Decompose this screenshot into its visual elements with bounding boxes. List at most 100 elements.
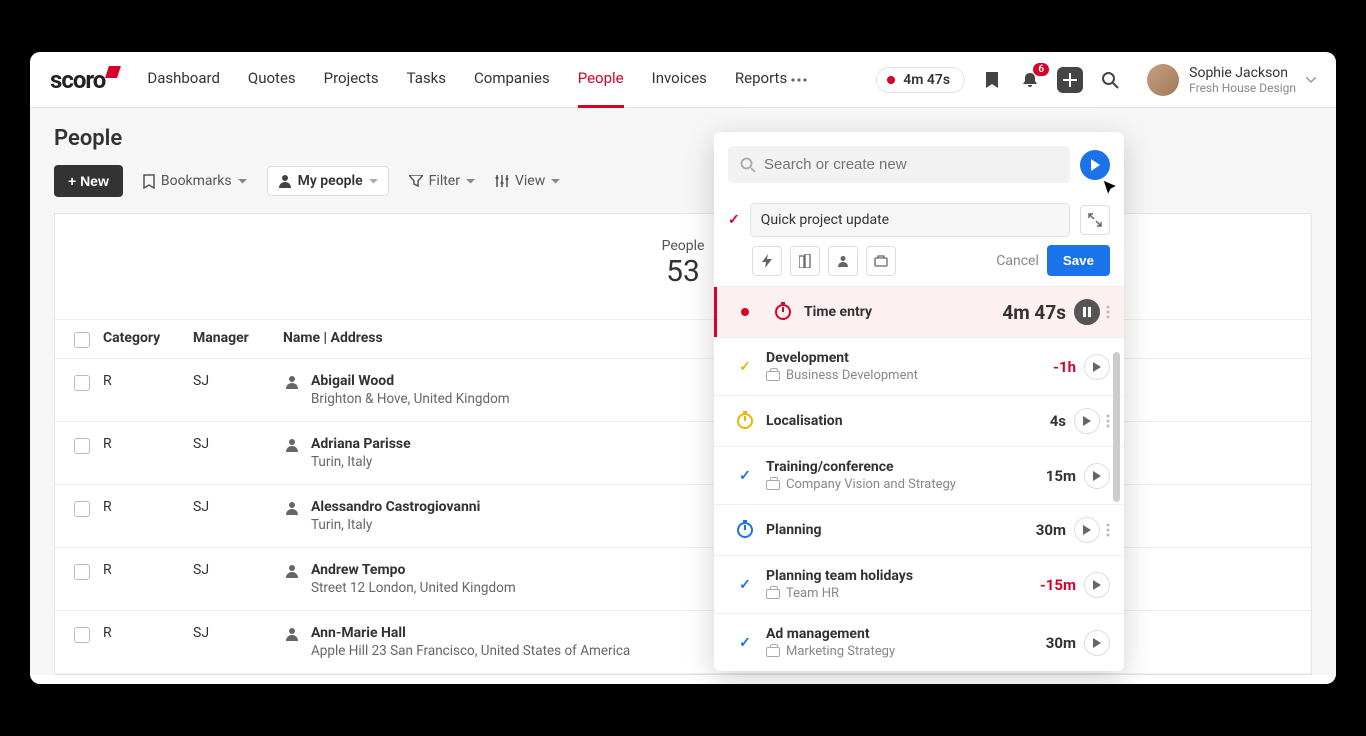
search-button[interactable] <box>1099 69 1121 91</box>
row-checkbox[interactable] <box>74 438 90 454</box>
panel-play-button[interactable] <box>1080 150 1110 180</box>
qa-activity-button[interactable] <box>752 246 782 276</box>
filter-link[interactable]: Filter <box>409 173 475 189</box>
bookmarks-link[interactable]: Bookmarks <box>143 173 247 189</box>
scrollbar[interactable] <box>1113 292 1120 684</box>
page-content: People + New Bookmarks My people Filter … <box>30 108 1336 675</box>
brand-logo[interactable]: scoro <box>50 66 119 94</box>
chevron-down-icon <box>466 179 475 184</box>
play-button[interactable] <box>1074 408 1100 434</box>
notification-badge: 6 <box>1033 63 1049 76</box>
play-icon <box>1093 362 1101 372</box>
col-category[interactable]: Category <box>103 330 193 348</box>
row-name: Ann-Marie Hall <box>311 625 630 641</box>
time-entry-row[interactable]: ✓ Ad management Marketing Strategy 30m <box>714 613 1124 671</box>
nav-item-tasks[interactable]: Tasks <box>407 52 446 108</box>
play-icon <box>1083 525 1091 535</box>
pause-button[interactable] <box>1074 299 1100 325</box>
entry-menu-button[interactable] <box>1106 414 1110 428</box>
entry-title: Planning team holidays <box>766 568 1040 584</box>
user-name: Sophie Jackson <box>1189 65 1296 81</box>
play-button[interactable] <box>1084 354 1110 380</box>
entry-time: 30m <box>1046 634 1076 652</box>
view-link[interactable]: View <box>495 173 560 189</box>
brand-mark-icon <box>105 66 121 78</box>
time-entry-row[interactable]: ✓ Training/conference Company Vision and… <box>714 446 1124 504</box>
check-icon: ✓ <box>739 359 751 375</box>
briefcase-icon <box>874 255 888 267</box>
chevron-down-icon <box>1306 77 1316 83</box>
row-checkbox[interactable] <box>74 627 90 643</box>
row-manager: SJ <box>193 499 283 515</box>
save-button[interactable]: Save <box>1047 245 1110 276</box>
entry-title: Training/conference <box>766 459 1046 475</box>
main-nav: Dashboard Quotes Projects Tasks Companies Peo… <box>147 52 787 108</box>
check-icon: ✓ <box>739 468 751 484</box>
row-checkbox[interactable] <box>74 501 90 517</box>
panel-search-box[interactable] <box>728 146 1070 183</box>
time-entry-row[interactable]: Localisation 4s <box>714 395 1124 446</box>
row-manager: SJ <box>193 373 283 389</box>
avatar <box>1147 64 1179 96</box>
row-category: R <box>103 436 193 452</box>
cancel-button[interactable]: Cancel <box>996 253 1039 269</box>
quick-title-input[interactable]: Quick project update <box>750 203 1070 237</box>
nav-item-reports[interactable]: Reports <box>735 52 787 108</box>
entry-menu-button[interactable] <box>1106 523 1110 537</box>
bookmark-button[interactable] <box>981 69 1003 91</box>
header-right: 4m 47s 6 Sophie Jackson Fresh House Desi… <box>876 64 1316 96</box>
my-people-chip[interactable]: My people <box>267 166 389 196</box>
nav-item-companies[interactable]: Companies <box>474 52 550 108</box>
notifications-button[interactable]: 6 <box>1019 69 1041 91</box>
nav-item-people[interactable]: People <box>578 52 624 108</box>
entry-menu-button[interactable] <box>1106 305 1110 319</box>
view-label: View <box>515 173 545 189</box>
nav-item-quotes[interactable]: Quotes <box>248 52 296 108</box>
entry-subtitle: Business Development <box>766 368 1053 383</box>
search-icon <box>740 157 756 173</box>
select-all-checkbox[interactable] <box>74 332 90 348</box>
play-button[interactable] <box>1084 463 1110 489</box>
nav-item-projects[interactable]: Projects <box>324 52 379 108</box>
play-button[interactable] <box>1074 517 1100 543</box>
play-button[interactable] <box>1084 572 1110 598</box>
header-timer[interactable]: 4m 47s <box>876 67 965 93</box>
col-manager[interactable]: Manager <box>193 330 283 348</box>
play-button[interactable] <box>1084 630 1110 656</box>
panel-search-input[interactable] <box>764 156 1058 173</box>
entry-subtitle: Marketing Strategy <box>766 644 1046 659</box>
entry-time: -1h <box>1053 358 1076 376</box>
scrollbar-thumb[interactable] <box>1113 352 1120 502</box>
row-checkbox[interactable] <box>74 564 90 580</box>
record-dot-icon <box>887 76 895 84</box>
time-entry-row[interactable]: Time entry 4m 47s <box>714 286 1124 337</box>
entry-title: Development <box>766 350 1053 366</box>
person-icon <box>837 255 849 267</box>
user-menu[interactable]: Sophie Jackson Fresh House Design <box>1147 64 1316 96</box>
entry-subtitle: Team HR <box>766 586 1040 601</box>
time-entry-row[interactable]: ✓ Planning team holidays Team HR -15m <box>714 555 1124 613</box>
row-address: Turin, Italy <box>311 517 480 533</box>
row-name: Adriana Parisse <box>311 436 411 452</box>
app-header: scoro Dashboard Quotes Projects Tasks Compan… <box>30 52 1336 108</box>
nav-item-invoices[interactable]: Invoices <box>652 52 707 108</box>
check-icon: ✓ <box>728 212 740 228</box>
bookmarks-label: Bookmarks <box>161 173 232 189</box>
record-dot-icon <box>741 308 749 316</box>
qa-company-button[interactable] <box>866 246 896 276</box>
qa-project-button[interactable] <box>790 246 820 276</box>
stopwatch-icon <box>737 413 753 429</box>
time-entry-row[interactable]: Planning 30m <box>714 504 1124 555</box>
new-button[interactable]: + New <box>54 165 123 197</box>
add-button[interactable] <box>1057 67 1083 93</box>
nav-item-dashboard[interactable]: Dashboard <box>147 52 220 108</box>
expand-button[interactable] <box>1080 205 1110 235</box>
bookmark-icon <box>143 174 155 189</box>
my-people-label: My people <box>298 173 363 189</box>
qa-person-button[interactable] <box>828 246 858 276</box>
row-checkbox[interactable] <box>74 375 90 391</box>
time-entry-row[interactable]: ✓ Development Business Development -1h <box>714 337 1124 395</box>
nav-more-button[interactable] <box>787 78 811 82</box>
entry-title: Time entry <box>804 304 1002 320</box>
building-icon <box>799 254 811 268</box>
